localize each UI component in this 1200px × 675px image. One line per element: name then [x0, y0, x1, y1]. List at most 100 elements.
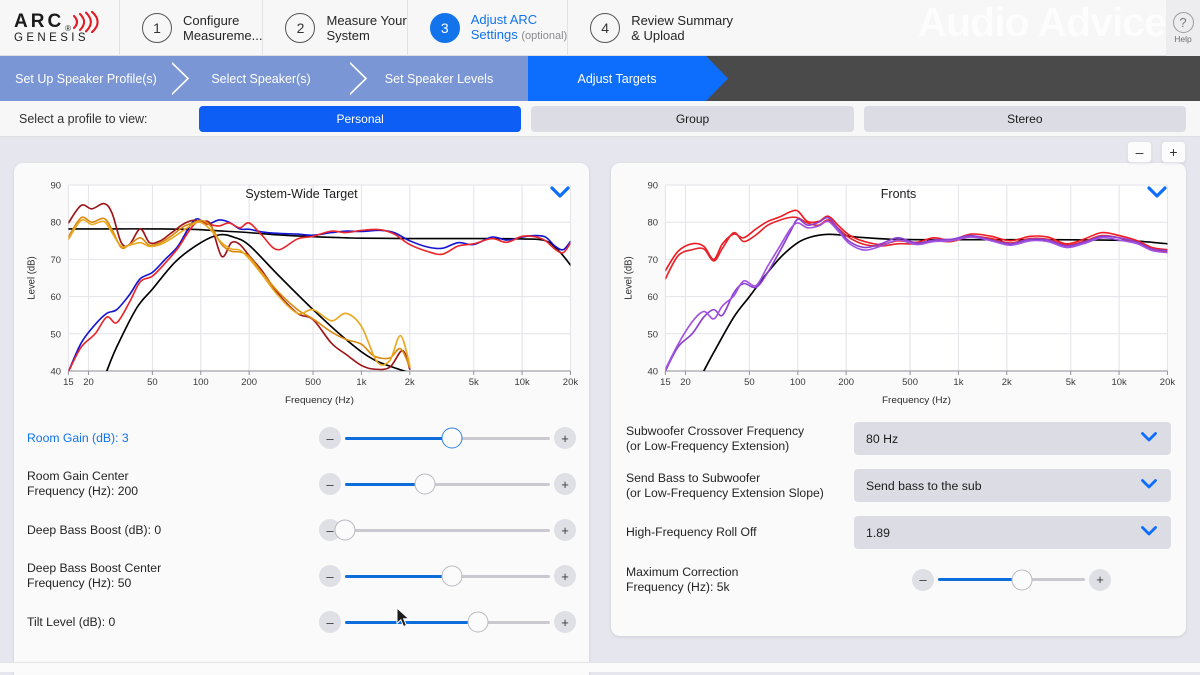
- chevron-down-icon[interactable]: [1146, 185, 1168, 204]
- wizard-step-4-number: 4: [590, 12, 621, 43]
- slider-deep-bass-boost-track[interactable]: [334, 519, 550, 541]
- slider-room-gain-increment[interactable]: +: [554, 427, 576, 449]
- slider-tilt-level[interactable]: – +: [319, 611, 576, 633]
- slider-room-gain-track[interactable]: [345, 427, 550, 449]
- svg-text:Level (dB): Level (dB): [623, 256, 634, 299]
- svg-text:80: 80: [50, 218, 61, 228]
- svg-text:2k: 2k: [1002, 377, 1012, 387]
- zoom-out-button[interactable]: –: [1127, 141, 1152, 163]
- slider-room-gain-center-freq-track[interactable]: [345, 473, 550, 495]
- wizard-step-3[interactable]: 3 Adjust ARC Settings (optional): [408, 0, 567, 56]
- select-subwoofer-crossover-frequency[interactable]: 80 Hz: [854, 422, 1171, 455]
- slider-deep-bass-boost-thumb[interactable]: [334, 519, 356, 541]
- svg-text:100: 100: [193, 377, 209, 387]
- svg-text:1k: 1k: [356, 377, 366, 387]
- breadcrumb-item-speaker-levels[interactable]: Set Speaker Levels: [350, 56, 550, 101]
- control-high-frequency-roll-off: High-Frequency Roll Off 1.89: [624, 509, 1173, 556]
- svg-text:60: 60: [50, 292, 61, 302]
- svg-text:20: 20: [83, 377, 94, 387]
- wizard-step-4[interactable]: 4 Review Summary & Upload: [568, 0, 733, 56]
- select-high-frequency-roll-off[interactable]: 1.89: [854, 516, 1171, 549]
- logo-arc-text: ARC: [14, 11, 65, 32]
- question-mark-icon: ?: [1172, 12, 1194, 33]
- control-tilt-level: Tilt Level (dB): 0 – +: [27, 599, 576, 645]
- system-wide-target-chart: 40 50 60 70 80 90 15 20 50 100 200 500 1k 2k 5k 10k 20k F…: [14, 163, 589, 415]
- slider-tilt-level-thumb[interactable]: [467, 611, 489, 633]
- svg-text:40: 40: [647, 367, 658, 377]
- slider-tilt-level-increment[interactable]: +: [554, 611, 576, 633]
- profile-button-stereo[interactable]: Stereo: [863, 105, 1186, 132]
- svg-text:500: 500: [902, 377, 918, 387]
- slider-maximum-correction-frequency-increment[interactable]: +: [1089, 568, 1111, 591]
- breadcrumb: Set Up Speaker Profile(s) Select Speaker…: [0, 56, 1200, 101]
- svg-text:15: 15: [660, 377, 671, 387]
- system-wide-target-panel: 40 50 60 70 80 90 15 20 50 100 200 500 1k 2k 5k 10k 20k F…: [14, 163, 589, 675]
- profile-button-personal[interactable]: Personal: [199, 105, 522, 132]
- svg-text:80: 80: [647, 218, 658, 228]
- control-room-gain: Room Gain (dB): 3 – +: [27, 415, 576, 461]
- svg-text:Level (dB): Level (dB): [26, 256, 37, 299]
- control-deep-bass-boost-center-freq: Deep Bass Boost Center Frequency (Hz): 5…: [27, 553, 576, 599]
- svg-text:15: 15: [63, 377, 74, 387]
- slider-deep-bass-boost-center-freq-thumb[interactable]: [441, 565, 463, 587]
- slider-deep-bass-boost-center-freq-decrement[interactable]: –: [319, 565, 341, 587]
- slider-deep-bass-boost-center-freq-track[interactable]: [345, 565, 550, 587]
- breadcrumb-item-select-speakers[interactable]: Select Speaker(s): [172, 56, 372, 101]
- wizard-step-2[interactable]: 2 Measure Your System: [263, 0, 407, 56]
- svg-text:70: 70: [50, 255, 61, 265]
- svg-text:50: 50: [50, 330, 61, 340]
- control-room-gain-center-freq: Room Gain Center Frequency (Hz): 200 – +: [27, 461, 576, 507]
- slider-room-gain-decrement[interactable]: –: [319, 427, 341, 449]
- control-subwoofer-crossover-frequency: Subwoofer Crossover Frequency (or Low-Fr…: [624, 415, 1173, 462]
- zoom-in-button[interactable]: +: [1161, 141, 1186, 163]
- main-content: – + 40 50 60 70 80 90 15 20 50 100 200 500 1k 2k 5k 10k…: [0, 137, 1200, 675]
- profile-selector-label: Select a profile to view:: [19, 111, 148, 126]
- breadcrumb-item-adjust-targets[interactable]: Adjust Targets: [528, 56, 728, 101]
- svg-text:5k: 5k: [1066, 377, 1076, 387]
- svg-text:1k: 1k: [953, 377, 963, 387]
- svg-text:90: 90: [50, 181, 61, 191]
- breadcrumb-arrow-2: [350, 56, 372, 101]
- control-room-gain-label: Room Gain (dB): 3: [27, 430, 129, 445]
- slider-room-gain-thumb[interactable]: [441, 427, 463, 449]
- slider-maximum-correction-frequency-thumb[interactable]: [1011, 569, 1033, 590]
- svg-text:40: 40: [50, 367, 61, 377]
- chevron-down-icon: [1140, 478, 1158, 493]
- breadcrumb-item-speaker-profiles[interactable]: Set Up Speaker Profile(s): [0, 56, 194, 101]
- slider-deep-bass-boost-center-freq-increment[interactable]: +: [554, 565, 576, 587]
- slider-tilt-level-decrement[interactable]: –: [319, 611, 341, 633]
- svg-text:Frequency (Hz): Frequency (Hz): [882, 395, 951, 406]
- help-label: Help: [1174, 34, 1192, 44]
- slider-maximum-correction-frequency[interactable]: – +: [854, 568, 1171, 591]
- slider-room-gain-center-freq-increment[interactable]: +: [554, 473, 576, 495]
- svg-text:200: 200: [838, 377, 854, 387]
- breadcrumb-arrow-4: [706, 56, 728, 101]
- slider-deep-bass-boost[interactable]: – +: [319, 519, 576, 541]
- slider-room-gain-center-freq-thumb[interactable]: [414, 473, 436, 495]
- panels-container: 40 50 60 70 80 90 15 20 50 100 200 500 1k 2k 5k 10k 20k F…: [14, 137, 1186, 675]
- chevron-down-icon[interactable]: [549, 185, 571, 204]
- wizard-step-1-number: 1: [142, 12, 172, 43]
- slider-maximum-correction-frequency-track[interactable]: [938, 569, 1085, 590]
- wizard-step-1-label: Configure Measureme...: [183, 12, 263, 43]
- control-high-frequency-roll-off-label: High-Frequency Roll Off: [626, 525, 757, 539]
- logo-genesis-text: GENESIS: [14, 32, 89, 44]
- chevron-down-icon: [1140, 525, 1158, 540]
- svg-text:50: 50: [744, 377, 755, 387]
- slider-room-gain-center-freq[interactable]: – +: [319, 473, 576, 495]
- breadcrumb-arrow-1: [172, 56, 194, 101]
- slider-room-gain-center-freq-decrement[interactable]: –: [319, 473, 341, 495]
- slider-deep-bass-boost-increment[interactable]: +: [554, 519, 576, 541]
- slider-tilt-level-track[interactable]: [345, 611, 550, 633]
- svg-text:90: 90: [647, 181, 658, 191]
- footer-strip: [0, 662, 1200, 672]
- slider-maximum-correction-frequency-decrement[interactable]: –: [912, 568, 934, 591]
- slider-deep-bass-boost-center-freq[interactable]: – +: [319, 565, 576, 587]
- svg-text:10k: 10k: [514, 377, 530, 387]
- wizard-step-1[interactable]: 1 Configure Measureme...: [120, 0, 262, 56]
- select-send-bass-to-subwoofer[interactable]: Send bass to the sub: [854, 469, 1171, 502]
- svg-text:20k: 20k: [1160, 377, 1176, 387]
- profile-button-group[interactable]: Group: [531, 105, 854, 132]
- help-button[interactable]: ? Help: [1166, 0, 1200, 56]
- slider-room-gain[interactable]: – +: [319, 427, 576, 449]
